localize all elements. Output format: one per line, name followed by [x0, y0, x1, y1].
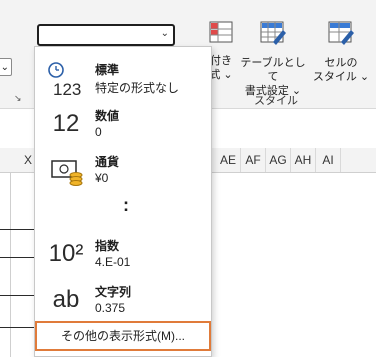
format-item-number[interactable]: 12 数値 0: [35, 99, 211, 145]
cell-styles-label-2: スタイル ⌄: [312, 71, 370, 83]
format-item-sample: 特定の形式なし: [95, 81, 180, 95]
number-12-icon: 12: [52, 110, 80, 137]
format-item-name: 指数: [95, 239, 120, 253]
grid-row-line: [0, 295, 34, 296]
format-item-sample: ¥0: [95, 171, 109, 185]
currency-icon: [41, 153, 91, 187]
format-item-sample: 4.E-01: [95, 255, 131, 269]
clock-123-icon: 123: [41, 61, 91, 99]
text-ab-icon: ab: [52, 286, 80, 313]
general-icon-text: 123: [53, 80, 81, 99]
number-format-combobox[interactable]: ⌄: [37, 24, 175, 46]
style-group-label: スタイル: [254, 95, 298, 107]
column-header-ag[interactable]: AG: [266, 148, 291, 172]
grid-column-line: [10, 172, 11, 357]
ribbon-left-dropdown[interactable]: ⌄: [0, 58, 12, 76]
format-as-table-icon: [238, 20, 308, 50]
format-item-scientific[interactable]: 10² 指数 4.E-01: [35, 229, 211, 275]
grid-row-line: [0, 229, 34, 230]
format-item-general[interactable]: 123 標準 特定の形式なし: [35, 53, 211, 99]
grid-row-line: [0, 327, 34, 328]
format-item-name: 数値: [95, 109, 120, 123]
format-item-currency[interactable]: 通貨 ¥0: [35, 145, 211, 191]
cell-styles-icon: [310, 20, 372, 50]
format-item-name: 通貨: [95, 155, 120, 169]
more-items-ellipsis: :: [123, 195, 129, 215]
chevron-down-icon[interactable]: ⌄: [161, 28, 169, 39]
more-number-formats-button[interactable]: その他の表示形式(M)...: [35, 321, 211, 351]
column-header-af[interactable]: AF: [241, 148, 266, 172]
format-item-sample: 0: [95, 125, 102, 139]
cell-styles-label-1: セルの: [324, 57, 358, 69]
format-item-name: 文字列: [95, 285, 132, 299]
cell-styles-button[interactable]: セルの スタイル ⌄: [310, 20, 372, 84]
number-group-launcher-icon[interactable]: ↘: [14, 93, 22, 104]
format-item-sample: 0.375: [95, 301, 126, 315]
column-header-ah[interactable]: AH: [291, 148, 316, 172]
format-as-table-button[interactable]: テーブルとして 書式設定 ⌄: [238, 20, 308, 98]
exponent-icon: 10²: [48, 240, 84, 267]
number-format-dropdown: 123 標準 特定の形式なし 12 数値 0 通貨 ¥0 : 10² 指数 4.…: [34, 46, 212, 357]
format-item-name: 標準: [95, 63, 120, 77]
column-header-ai[interactable]: AI: [316, 148, 341, 172]
column-header-ae[interactable]: AE: [216, 148, 241, 172]
format-item-text[interactable]: ab 文字列 0.375: [35, 275, 211, 321]
grid-row-line: [0, 257, 34, 258]
format-as-table-label-1: テーブルとして: [240, 57, 306, 83]
